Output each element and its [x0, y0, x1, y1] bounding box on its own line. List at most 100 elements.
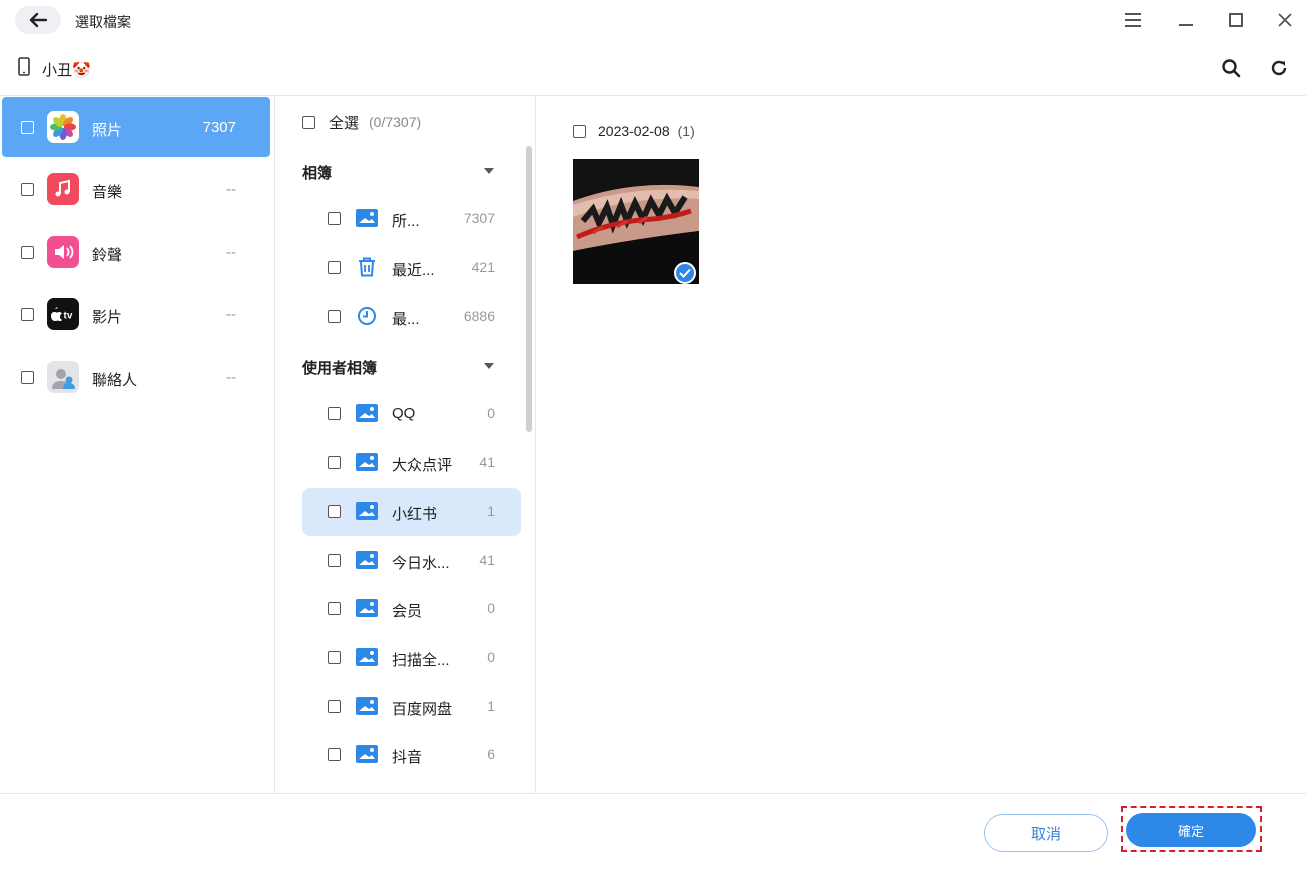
album-item[interactable]: 最近... 421	[302, 244, 521, 292]
select-all-row[interactable]: 全選 (0/7307)	[302, 112, 421, 132]
album-item[interactable]: 今日水... 41	[302, 537, 521, 585]
album-item[interactable]: 最... 6886	[302, 293, 521, 341]
category-label: 聯絡人	[92, 372, 138, 389]
refresh-button[interactable]	[1267, 56, 1291, 80]
album-item-selected[interactable]: 小红书 1	[302, 488, 521, 536]
category-item-ringtones[interactable]: 鈴聲 --	[2, 222, 270, 282]
photo-selected-checkmark[interactable]	[674, 262, 696, 284]
category-checkbox[interactable]	[21, 371, 34, 384]
image-icon	[356, 743, 378, 765]
device-name: 小丑🤡	[42, 62, 91, 79]
album-checkbox[interactable]	[328, 700, 341, 713]
album-item[interactable]: 所... 7307	[302, 195, 521, 243]
maximize-button[interactable]	[1224, 8, 1248, 32]
section-header-albums: 相簿	[302, 165, 333, 182]
album-count: 41	[479, 454, 495, 470]
album-checkbox[interactable]	[328, 602, 341, 615]
category-label: 照片	[92, 122, 123, 139]
category-checkbox[interactable]	[21, 121, 34, 134]
album-item[interactable]: 抖音 6	[302, 731, 521, 779]
category-item-contacts[interactable]: 聯絡人 --	[2, 347, 270, 407]
caret-down-icon[interactable]	[484, 363, 494, 369]
album-checkbox[interactable]	[328, 554, 341, 567]
category-label: 鈴聲	[92, 247, 123, 264]
album-label: 小红书	[392, 506, 438, 523]
refresh-icon	[1271, 60, 1287, 76]
category-count: 7307	[202, 119, 236, 136]
album-label: 所...	[392, 213, 420, 230]
album-count: 1	[487, 698, 495, 714]
section-header-user-albums: 使用者相簿	[302, 360, 378, 377]
category-item-music[interactable]: 音樂 --	[2, 159, 270, 219]
image-icon	[356, 402, 378, 424]
cancel-button[interactable]: 取消	[984, 814, 1108, 852]
trash-icon	[356, 256, 378, 278]
search-button[interactable]	[1219, 56, 1243, 80]
album-count: 1	[487, 503, 495, 519]
category-item-videos[interactable]: tv 影片 --	[2, 284, 270, 344]
album-label: 最...	[392, 311, 420, 328]
album-item[interactable]: 大众点评 41	[302, 439, 521, 487]
album-checkbox[interactable]	[328, 505, 341, 518]
album-checkbox[interactable]	[328, 407, 341, 420]
category-count: --	[226, 244, 236, 261]
album-checkbox[interactable]	[328, 261, 341, 274]
album-count: 7307	[463, 210, 495, 226]
clock-icon	[356, 305, 378, 327]
album-item[interactable]: 百度网盘 1	[302, 683, 521, 731]
divider	[0, 793, 1306, 794]
confirm-button[interactable]: 確定	[1126, 813, 1256, 847]
image-icon	[356, 695, 378, 717]
album-count: 0	[487, 649, 495, 665]
title-bar: 選取檔案	[0, 0, 1306, 42]
category-count: --	[226, 306, 236, 323]
album-checkbox[interactable]	[328, 310, 341, 323]
date-group-checkbox[interactable]	[573, 124, 586, 138]
image-icon	[356, 500, 378, 522]
album-checkbox[interactable]	[328, 456, 341, 469]
back-button[interactable]	[15, 6, 61, 34]
album-label: 大众点评	[392, 457, 453, 474]
album-checkbox[interactable]	[328, 748, 341, 761]
photos-icon	[47, 111, 79, 143]
image-icon	[356, 597, 378, 619]
close-button[interactable]	[1273, 8, 1297, 32]
divider	[274, 96, 275, 793]
search-icon	[1222, 59, 1241, 78]
album-label: 百度网盘	[392, 701, 453, 718]
category-count: --	[226, 181, 236, 198]
image-icon	[356, 207, 378, 229]
album-count: 41	[479, 552, 495, 568]
select-all-checkbox[interactable]	[302, 115, 315, 129]
album-item[interactable]: 扫描全... 0	[302, 634, 521, 682]
category-label: 音樂	[92, 184, 123, 201]
album-label: 会员	[392, 603, 423, 620]
category-item-photos[interactable]: 照片 7307	[2, 97, 270, 157]
selection-count: (0/7307)	[369, 114, 422, 130]
album-checkbox[interactable]	[328, 212, 341, 225]
category-checkbox[interactable]	[21, 183, 34, 196]
album-checkbox[interactable]	[328, 651, 341, 664]
album-item[interactable]: 会员 0	[302, 585, 521, 633]
album-label: QQ	[392, 405, 416, 422]
date-group-count: (1)	[677, 123, 695, 139]
close-icon	[1278, 13, 1292, 27]
album-label: 扫描全...	[392, 652, 450, 669]
minimize-button[interactable]	[1174, 8, 1198, 32]
album-count: 0	[487, 405, 495, 421]
phone-icon	[18, 57, 30, 76]
caret-down-icon[interactable]	[484, 168, 494, 174]
album-count: 421	[471, 259, 495, 275]
music-icon	[47, 173, 79, 205]
category-checkbox[interactable]	[21, 246, 34, 259]
hamburger-menu-icon	[1125, 13, 1141, 27]
ringtone-icon	[47, 236, 79, 268]
album-count: 0	[487, 600, 495, 616]
album-item[interactable]: QQ 0	[302, 390, 521, 438]
divider	[535, 96, 536, 793]
album-scrollbar[interactable]	[526, 146, 532, 432]
date-group-header[interactable]: 2023-02-08 (1)	[573, 121, 695, 141]
category-checkbox[interactable]	[21, 308, 34, 321]
album-count: 6886	[463, 308, 495, 324]
menu-button[interactable]	[1121, 8, 1145, 32]
